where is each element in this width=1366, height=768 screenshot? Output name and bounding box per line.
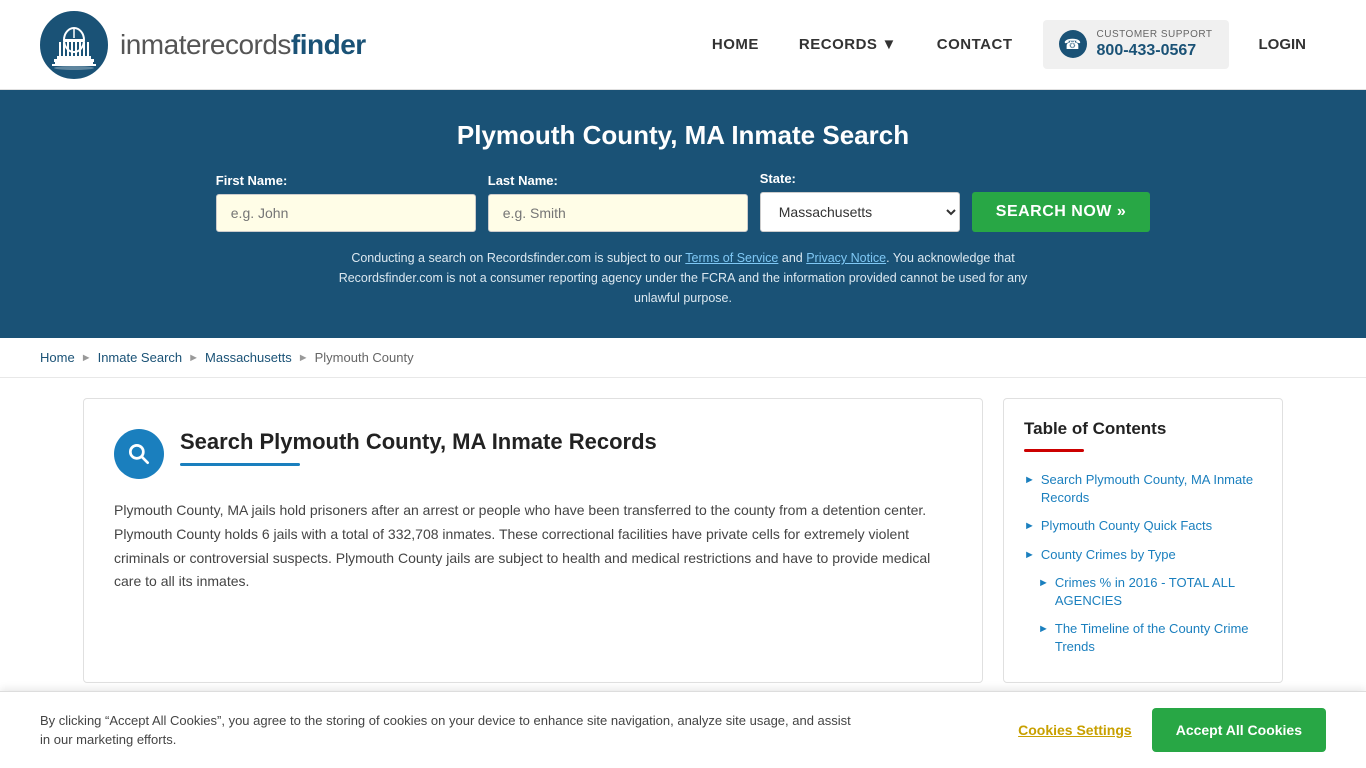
- login-button[interactable]: LOGIN: [1239, 26, 1327, 63]
- search-form: First Name: Last Name: State: AlabamaAla…: [40, 171, 1326, 232]
- toc-items: ► Search Plymouth County, MA Inmate Recor…: [1024, 466, 1262, 662]
- toc-item-label: The Timeline of the County Crime Trends: [1055, 620, 1262, 656]
- logo-icon: [40, 11, 108, 79]
- page-title: Plymouth County, MA Inmate Search: [40, 120, 1326, 151]
- support-number: 800-433-0567: [1097, 41, 1213, 62]
- chevron-right-icon: ►: [1038, 622, 1049, 637]
- hero-section: Plymouth County, MA Inmate Search First …: [0, 90, 1366, 338]
- toc-item[interactable]: ► Crimes % in 2016 - TOTAL ALL AGENCIES: [1024, 569, 1262, 615]
- toc-item-label: Crimes % in 2016 - TOTAL ALL AGENCIES: [1055, 574, 1262, 610]
- tos-link[interactable]: Terms of Service: [685, 251, 778, 265]
- toc-item-label: Plymouth County Quick Facts: [1041, 517, 1212, 535]
- toc-item-label: Search Plymouth County, MA Inmate Record…: [1041, 471, 1262, 507]
- hero-disclaimer: Conducting a search on Recordsfinder.com…: [333, 248, 1033, 308]
- last-name-field-group: Last Name:: [488, 173, 748, 232]
- article-header: Search Plymouth County, MA Inmate Record…: [114, 429, 952, 479]
- toc-heading: Table of Contents: [1024, 419, 1262, 439]
- nav-records[interactable]: RECORDS ▼: [779, 26, 917, 63]
- support-label: CUSTOMER SUPPORT: [1097, 28, 1213, 41]
- toc-item[interactable]: ► Search Plymouth County, MA Inmate Recor…: [1024, 466, 1262, 512]
- header: inmaterecordsfinder HOME RECORDS ▼ CONTA…: [0, 0, 1366, 90]
- chevron-down-icon: ▼: [881, 36, 896, 53]
- logo-bold-text: finder: [291, 29, 366, 60]
- main-nav: HOME RECORDS ▼ CONTACT ☎ CUSTOMER SUPPOR…: [692, 20, 1326, 70]
- last-name-label: Last Name:: [488, 173, 558, 188]
- logo-light-text: inmaterecords: [120, 29, 291, 60]
- sidebar: Table of Contents ► Search Plymouth Count…: [1003, 398, 1283, 683]
- search-button[interactable]: SEARCH NOW »: [972, 192, 1150, 232]
- breadcrumb-sep-2: ►: [188, 352, 199, 364]
- chevron-right-icon: ►: [1024, 548, 1035, 563]
- support-info: CUSTOMER SUPPORT 800-433-0567: [1097, 28, 1213, 62]
- breadcrumb-sep-1: ►: [81, 352, 92, 364]
- breadcrumb-inmate-search[interactable]: Inmate Search: [98, 350, 183, 365]
- toc-item[interactable]: ► The Timeline of the County Crime Trends: [1024, 615, 1262, 661]
- state-field-group: State: AlabamaAlaskaArizonaArkansasCalif…: [760, 171, 960, 232]
- nav-contact[interactable]: CONTACT: [917, 26, 1033, 63]
- support-box: ☎ CUSTOMER SUPPORT 800-433-0567: [1043, 20, 1229, 70]
- first-name-input[interactable]: [216, 194, 476, 232]
- cookie-banner: By clicking “Accept All Cookies”, you ag…: [0, 691, 1366, 768]
- toc-underline: [1024, 449, 1084, 452]
- toc-item[interactable]: ► County Crimes by Type: [1024, 541, 1262, 569]
- nav-home[interactable]: HOME: [692, 26, 779, 63]
- breadcrumb-current: Plymouth County: [315, 350, 414, 365]
- privacy-link[interactable]: Privacy Notice: [806, 251, 886, 265]
- breadcrumb-home[interactable]: Home: [40, 350, 75, 365]
- article-body: Plymouth County, MA jails hold prisoners…: [114, 499, 952, 594]
- toc-item[interactable]: ► Plymouth County Quick Facts: [1024, 512, 1262, 540]
- phone-icon: ☎: [1059, 30, 1087, 58]
- cookie-actions: Cookies Settings Accept All Cookies: [1018, 708, 1326, 752]
- article-title-area: Search Plymouth County, MA Inmate Record…: [180, 429, 657, 466]
- first-name-label: First Name:: [216, 173, 288, 188]
- main-content: Search Plymouth County, MA Inmate Record…: [43, 378, 1323, 703]
- cookie-text: By clicking “Accept All Cookies”, you ag…: [40, 711, 860, 750]
- last-name-input[interactable]: [488, 194, 748, 232]
- nav-records-label: RECORDS: [799, 36, 878, 53]
- breadcrumb-state[interactable]: Massachusetts: [205, 350, 292, 365]
- article: Search Plymouth County, MA Inmate Record…: [83, 398, 983, 683]
- first-name-field-group: First Name:: [216, 173, 476, 232]
- breadcrumb: Home ► Inmate Search ► Massachusetts ► P…: [0, 338, 1366, 378]
- article-title: Search Plymouth County, MA Inmate Record…: [180, 429, 657, 455]
- chevron-right-icon: ►: [1038, 576, 1049, 591]
- logo-area: inmaterecordsfinder: [40, 11, 366, 79]
- state-label: State:: [760, 171, 796, 186]
- logo-text: inmaterecordsfinder: [120, 29, 366, 61]
- article-title-underline: [180, 463, 300, 466]
- breadcrumb-sep-3: ►: [298, 352, 309, 364]
- toc-item-label: County Crimes by Type: [1041, 546, 1176, 564]
- cookie-settings-button[interactable]: Cookies Settings: [1018, 722, 1132, 738]
- cookie-accept-button[interactable]: Accept All Cookies: [1152, 708, 1326, 752]
- search-icon: [114, 429, 164, 479]
- chevron-right-icon: ►: [1024, 519, 1035, 534]
- state-select[interactable]: AlabamaAlaskaArizonaArkansasCaliforniaCo…: [760, 192, 960, 232]
- toc-box: Table of Contents ► Search Plymouth Count…: [1003, 398, 1283, 683]
- chevron-right-icon: ►: [1024, 473, 1035, 488]
